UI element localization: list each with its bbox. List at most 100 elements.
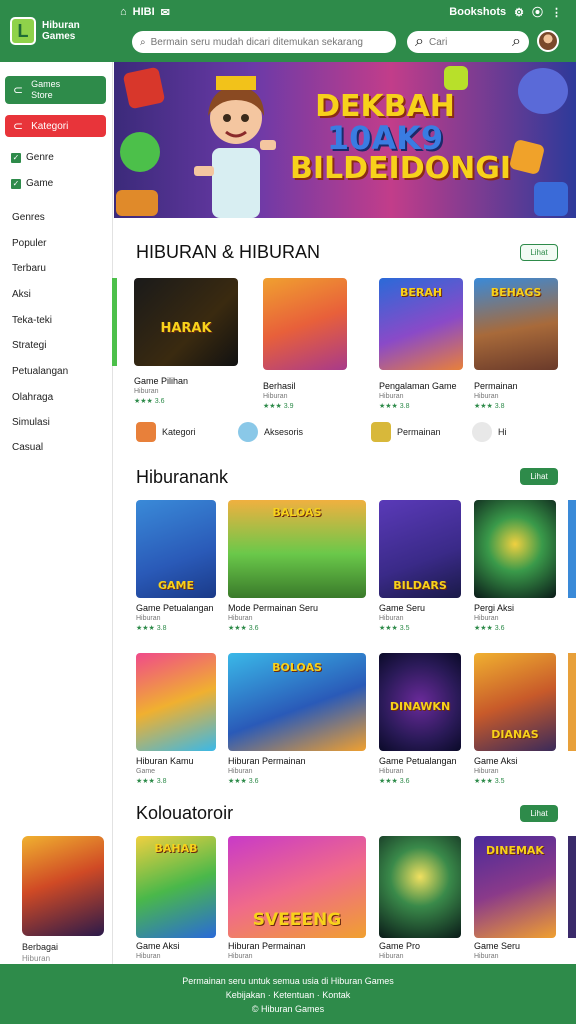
sidebar-item[interactable]: Genres — [12, 212, 45, 223]
sidebar-item[interactable]: Olahraga — [12, 392, 53, 403]
sidebar-item[interactable]: Terbaru — [12, 263, 46, 274]
game-card[interactable]: Game Pro Hiburan — [379, 836, 461, 960]
sidebar-promo-sub: Hiburan — [22, 954, 51, 963]
section-title: Kolouatoroir — [136, 803, 234, 823]
rating-stars: ★★★ 3.8 — [136, 778, 167, 785]
filter-game[interactable]: ✓ Game — [11, 178, 53, 189]
mini-category[interactable]: Kategori — [136, 422, 196, 442]
search-icon: ⌕ — [140, 36, 146, 48]
app-logo[interactable]: L Hiburan Games — [10, 14, 98, 48]
secondary-search[interactable]: ⌕ ⌕ — [407, 31, 529, 53]
cube-decoration — [534, 182, 568, 216]
rating-stars: ★★★ 3.5 — [474, 778, 505, 785]
game-thumbnail: BEHAGS — [474, 278, 558, 370]
sidebar-item[interactable]: Populer — [12, 238, 46, 249]
sidebar-item[interactable]: Aksi — [12, 289, 31, 300]
game-thumbnail: BAHAB — [136, 836, 216, 938]
rating-stars: ★★★ 3.6 — [474, 625, 505, 632]
mini-category[interactable]: Permainan — [371, 422, 441, 442]
game-thumbnail — [263, 278, 347, 370]
see-all-button[interactable]: Lihat — [520, 244, 558, 261]
cube-decoration — [508, 138, 546, 176]
avatar[interactable] — [537, 30, 559, 52]
category-button[interactable]: ⊂ Kategori — [5, 115, 106, 137]
top-bar: L Hiburan Games ⌂ HIBI ✉ Bookshots ⚙ ⦿ ⋮… — [0, 0, 576, 62]
sidebar-item[interactable]: Casual — [12, 442, 43, 453]
cube-decoration — [116, 190, 158, 216]
rating-stars: ★★★ 3.6 — [379, 778, 410, 785]
home-icon[interactable]: ⌂ — [120, 6, 127, 18]
status-left-text: HIBI — [132, 6, 155, 18]
game-thumbnail — [474, 500, 556, 598]
filter-genre[interactable]: ✓ Genre — [11, 152, 54, 163]
game-card[interactable]: GAME Game Petualangan Hiburan ★★★ 3.8 — [136, 500, 216, 632]
game-thumbnail: HARAK — [134, 278, 238, 366]
search-input[interactable] — [150, 36, 388, 48]
hero-character-image — [194, 76, 276, 218]
rating-stars: ★★★ 3.6 — [134, 398, 165, 405]
game-card[interactable]: BERAH Pengalaman Game Hiburan ★★★ 3.8 — [379, 278, 463, 410]
game-card[interactable]: BOLOAS Hiburan Permainan Hiburan ★★★ 3.6 — [228, 653, 366, 785]
overflow-card-edge[interactable] — [568, 500, 576, 598]
footer: Permainan seru untuk semua usia di Hibur… — [0, 964, 576, 1024]
overflow-card-edge[interactable] — [568, 836, 576, 938]
category-icon — [136, 422, 156, 442]
sidebar-item[interactable]: Simulasi — [12, 417, 50, 428]
see-all-button[interactable]: Lihat — [520, 805, 558, 822]
sidebar-promo-label: Berbagai — [22, 942, 59, 952]
status-right-text: Bookshots — [449, 6, 507, 18]
see-all-button[interactable]: Lihat — [520, 468, 558, 485]
overflow-card-edge[interactable] — [568, 653, 576, 751]
game-thumbnail: DINEMAK — [474, 836, 556, 938]
footer-links[interactable]: Kebijakan · Ketentuan · Kontak — [0, 990, 576, 1000]
rating-stars: ★★★ 3.6 — [228, 778, 259, 785]
mail-icon[interactable]: ✉ — [161, 6, 170, 19]
game-card[interactable]: DIANAS Game Aksi Hiburan ★★★ 3.5 — [474, 653, 556, 785]
sidebar-item[interactable]: Petualangan — [12, 366, 68, 377]
game-card[interactable]: BILDARS Game Seru Hiburan ★★★ 3.5 — [379, 500, 461, 632]
mini-category[interactable]: Aksesoris — [238, 422, 303, 442]
game-thumbnail: DINAWKN — [379, 653, 461, 751]
hero-title-line1: DEKBAH — [315, 89, 455, 124]
game-card[interactable]: Pergi Aksi Hiburan ★★★ 3.6 — [474, 500, 556, 632]
game-card[interactable]: Hiburan Kamu Game ★★★ 3.8 — [136, 653, 216, 785]
game-card[interactable]: DINAWKN Game Petualangan Hiburan ★★★ 3.6 — [379, 653, 461, 785]
search-small-input[interactable] — [428, 36, 513, 48]
search-submit-icon[interactable]: ⌕ — [512, 33, 521, 51]
sidebar-item[interactable]: Teka-teki — [12, 315, 52, 326]
rating-stars: ★★★ 3.8 — [379, 403, 410, 410]
rating-stars: ★★★ 3.8 — [474, 403, 505, 410]
mini-category[interactable]: Hi — [472, 422, 507, 442]
category-icon — [472, 422, 492, 442]
cube-decoration — [122, 66, 166, 110]
game-thumbnail: DIANAS — [474, 653, 556, 751]
game-thumbnail — [379, 836, 461, 938]
store-button[interactable]: ⊂ Games Store — [5, 76, 106, 104]
sidebar-item[interactable]: Strategi — [12, 340, 46, 351]
rating-stars: ★★★ 3.8 — [136, 625, 167, 632]
checkbox-icon[interactable]: ✓ — [11, 152, 21, 163]
store-icon: ⊂ — [13, 83, 24, 97]
game-card[interactable]: BALOAS Mode Permainan Seru Hiburan ★★★ 3… — [228, 500, 366, 632]
category-icon: ⊂ — [13, 119, 24, 133]
sidebar-promo-image[interactable] — [22, 836, 104, 936]
game-card[interactable]: DINEMAK Game Seru Hiburan — [474, 836, 556, 960]
settings-icon[interactable]: ⚙ — [514, 6, 524, 19]
sidebar: ⊂ Games Store ⊂ Kategori ✓ Genre ✓ Game … — [0, 62, 113, 964]
search-small-icon: ⌕ — [415, 33, 424, 50]
game-card[interactable]: BEHAGS Permainan Hiburan ★★★ 3.8 — [474, 278, 558, 410]
hero-banner[interactable]: DEKBAH 10AK9 BILDEIDONGI — [114, 62, 576, 218]
checkbox-icon[interactable]: ✓ — [11, 178, 21, 189]
footer-line1: Permainan seru untuk semua usia di Hibur… — [182, 976, 394, 986]
game-card[interactable]: SVEEENG Hiburan Permainan Hiburan — [228, 836, 366, 960]
rating-stars: ★★★ 3.5 — [379, 625, 410, 632]
game-card[interactable]: Berhasil Hiburan ★★★ 3.9 — [263, 278, 347, 410]
game-card[interactable]: BAHAB Game Aksi Hiburan — [136, 836, 216, 960]
selection-indicator — [112, 278, 117, 366]
logo-mark-icon: L — [10, 17, 36, 45]
section-title: HIBURAN & HIBURAN — [136, 242, 321, 262]
game-card[interactable]: HARAK Game Pilihan Hiburan ★★★ 3.6 — [134, 278, 238, 405]
location-icon[interactable]: ⦿ — [532, 4, 543, 20]
more-icon[interactable]: ⋮ — [551, 6, 562, 19]
main-search[interactable]: ⌕ — [132, 31, 396, 53]
